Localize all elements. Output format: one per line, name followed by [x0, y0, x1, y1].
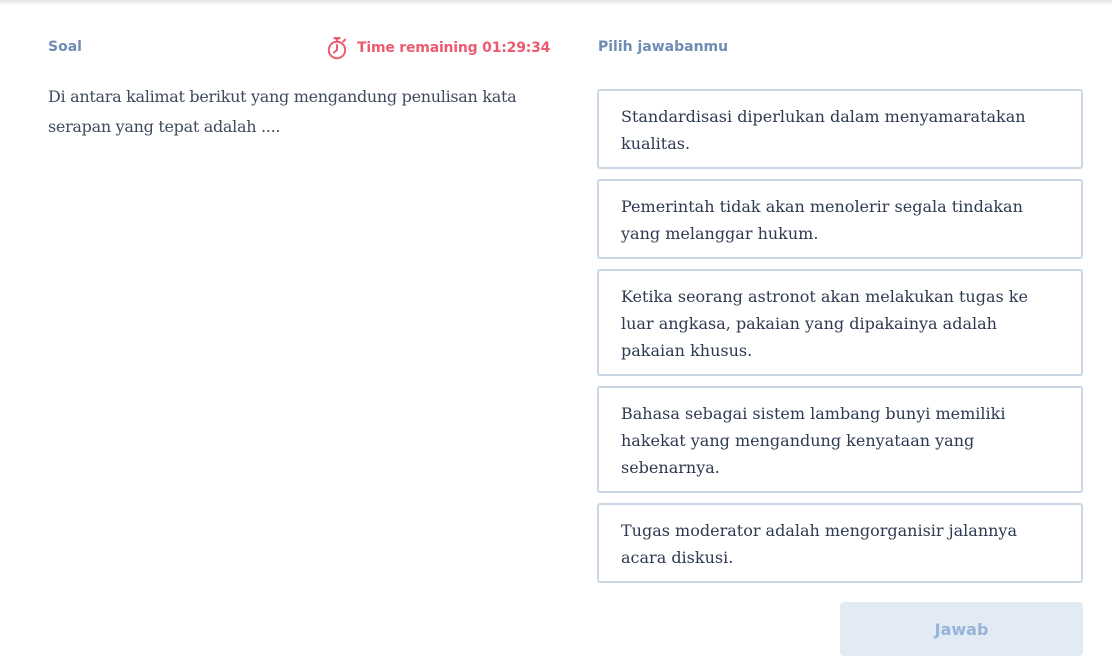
answer-option-1[interactable]: Standardisasi diperlukan dalam menyamara…	[597, 89, 1083, 169]
submit-answer-button[interactable]: Jawab	[840, 602, 1083, 656]
answer-option-4[interactable]: Bahasa sebagai sistem lambang bunyi memi…	[597, 386, 1083, 493]
stopwatch-icon	[326, 36, 348, 60]
answer-options: Standardisasi diperlukan dalam menyamara…	[597, 89, 1083, 593]
timer: Time remaining 01:29:34	[326, 36, 550, 60]
answers-section-label: Pilih jawabanmu	[598, 39, 729, 55]
answer-option-2[interactable]: Pemerintah tidak akan menolerir segala t…	[597, 179, 1083, 259]
timer-text: Time remaining 01:29:34	[357, 40, 551, 56]
answer-option-5[interactable]: Tugas moderator adalah mengorganisir jal…	[597, 503, 1083, 583]
top-shadow	[0, 0, 1112, 6]
answer-option-3[interactable]: Ketika seorang astronot akan melakukan t…	[597, 269, 1083, 376]
question-text: Di antara kalimat berikut yang mengandun…	[48, 87, 517, 136]
question-section-label: Soal	[48, 39, 82, 55]
